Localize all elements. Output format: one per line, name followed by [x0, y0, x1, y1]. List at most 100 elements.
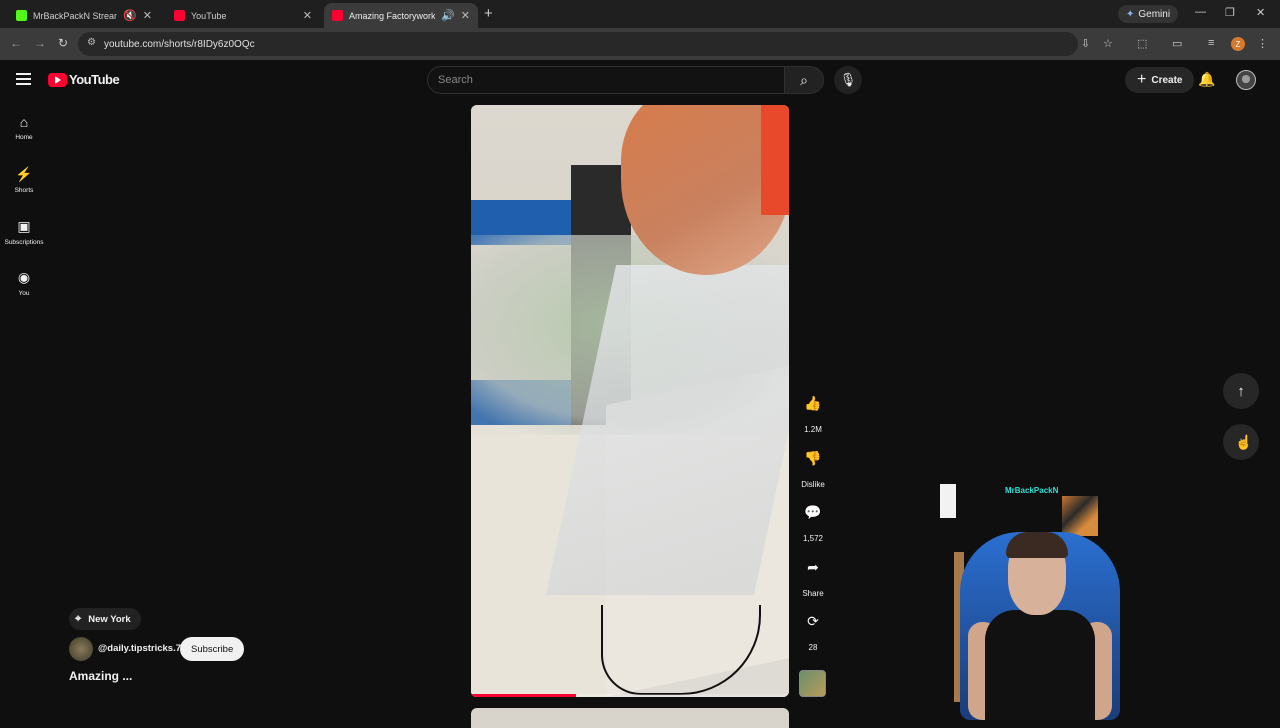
next-short-preview[interactable]	[471, 708, 789, 728]
restore-icon[interactable]: ❐	[1225, 6, 1235, 19]
video-frame-detail	[761, 105, 789, 215]
logo-wordmark: YouTube	[69, 72, 120, 87]
location-pin-icon: ⌖	[75, 612, 82, 625]
sidepanel-icon[interactable]: ▭	[1172, 37, 1182, 50]
video-progress-bar[interactable]	[471, 694, 789, 697]
menu-hamburger-icon[interactable]	[16, 73, 31, 88]
gemini-button[interactable]: ✦ Gemini	[1118, 5, 1179, 23]
browser-toolbar: ← → ↻ ⚙ youtube.com/shorts/r8IDy6z0OQc ⇩…	[0, 28, 1280, 60]
site-info-icon[interactable]: ⚙	[87, 37, 96, 48]
sidebar-item-subscriptions[interactable]: ▣ Subscriptions	[0, 218, 48, 246]
tiger-poster	[1062, 496, 1098, 536]
search-placeholder: Search	[438, 74, 473, 86]
share-label: Share	[802, 589, 824, 598]
location-chip[interactable]: ⌖ New York	[69, 608, 141, 630]
share-button[interactable]: ➦ Share	[797, 551, 829, 598]
arrow-up-icon: ↑	[1237, 382, 1245, 400]
reload-icon[interactable]: ↻	[58, 36, 68, 50]
back-icon[interactable]: ←	[10, 36, 22, 50]
comment-icon: 💬	[797, 496, 829, 528]
create-label: Create	[1151, 74, 1183, 86]
sidebar-item-label: You	[18, 290, 30, 297]
hand-cursor-icon: ☝	[1235, 434, 1253, 450]
close-tab-icon[interactable]: ✕	[303, 9, 312, 22]
dislike-button[interactable]: 👎 Dislike	[797, 442, 829, 489]
subscribe-label: Subscribe	[191, 643, 234, 655]
streamer-hair	[1006, 532, 1068, 558]
forward-icon[interactable]: →	[34, 36, 46, 50]
short-video-player[interactable]	[471, 105, 789, 697]
plus-icon: +	[1137, 71, 1147, 88]
shorts-icon: ⚡	[15, 166, 33, 182]
browser-tab-youtube[interactable]: YouTube ✕	[166, 3, 320, 28]
short-title[interactable]: Amazing ...	[69, 669, 132, 683]
voice-search-button[interactable]: 🎙	[834, 66, 862, 94]
microphone-icon: 🎙	[839, 72, 857, 87]
menu-kebab-icon[interactable]: ⋮	[1257, 37, 1268, 50]
new-tab-button[interactable]: +	[484, 5, 493, 22]
browser-tab-stream[interactable]: MrBackPackN Stream - Wa 🔇 ✕	[8, 3, 160, 28]
you-icon: ◉	[17, 269, 31, 285]
dislike-label: Dislike	[801, 480, 825, 489]
sidebar-item-label: Shorts	[14, 187, 34, 194]
search-input[interactable]: Search	[427, 66, 784, 94]
profile-avatar[interactable]: Z	[1231, 37, 1245, 51]
url-text: youtube.com/shorts/r8IDy6z0OQc	[104, 38, 255, 50]
like-count: 1.2M	[804, 425, 822, 434]
sidebar-item-shorts[interactable]: ⚡ Shorts	[0, 166, 48, 194]
youtube-header: YouTube Search ⌕ 🎙 + Create 🔔	[0, 60, 1280, 100]
like-button[interactable]: 👍 1.2M	[797, 387, 829, 434]
comments-button[interactable]: 💬 1,572	[797, 496, 829, 543]
search-button[interactable]: ⌕	[784, 66, 824, 94]
remix-button[interactable]: ⟳ 28	[797, 605, 829, 652]
remix-count: 28	[808, 643, 818, 652]
home-icon: ⌂	[19, 114, 29, 130]
extensions-icon[interactable]: ⬚	[1137, 37, 1147, 50]
speaker-icon[interactable]: 🔊	[441, 9, 455, 22]
streamer-body	[985, 610, 1095, 720]
youtube-favicon-icon	[332, 10, 343, 21]
close-tab-icon[interactable]: ✕	[143, 9, 152, 22]
youtube-play-icon	[48, 72, 67, 87]
notifications-bell-icon[interactable]: 🔔	[1198, 71, 1215, 88]
mute-icon[interactable]: 🔇	[123, 9, 137, 22]
minimize-icon[interactable]: —	[1195, 6, 1206, 18]
gemini-icon: ✦	[1126, 8, 1135, 20]
sound-thumbnail[interactable]	[799, 670, 826, 697]
close-window-icon[interactable]: ✕	[1256, 6, 1265, 19]
share-arrow-icon: ➦	[797, 551, 829, 583]
location-text: New York	[88, 613, 131, 625]
youtube-logo[interactable]: YouTube	[48, 72, 120, 87]
media-icon[interactable]: ≡	[1208, 37, 1214, 49]
search-icon: ⌕	[800, 71, 808, 88]
comment-count: 1,572	[802, 534, 824, 543]
account-avatar[interactable]	[1236, 70, 1256, 90]
sidebar-item-you[interactable]: ◉ You	[0, 269, 48, 297]
youtube-favicon-icon	[174, 10, 185, 21]
webcam-overlay: MrBackPackN	[940, 482, 1140, 720]
previous-short-button[interactable]: ↑	[1223, 373, 1259, 409]
browser-tab-bar: MrBackPackN Stream - Wa 🔇 ✕ YouTube ✕ Am…	[0, 0, 1280, 28]
create-button[interactable]: + Create	[1125, 67, 1195, 93]
thumbs-up-icon: 👍	[797, 387, 829, 419]
install-icon[interactable]: ⇩	[1081, 37, 1090, 50]
subscribe-button[interactable]: Subscribe	[180, 637, 245, 661]
kick-favicon-icon	[16, 10, 27, 21]
close-tab-icon[interactable]: ✕	[461, 9, 470, 22]
sidebar-item-label: Subscriptions	[4, 239, 44, 246]
browser-tab-active[interactable]: Amazing Factorywork#rela 🔊 ✕	[324, 3, 478, 28]
address-bar[interactable]: ⚙ youtube.com/shorts/r8IDy6z0OQc	[78, 32, 1078, 56]
tab-title: YouTube	[191, 10, 227, 21]
remix-icon: ⟳	[797, 605, 829, 637]
channel-avatar[interactable]	[69, 637, 93, 661]
gemini-label: Gemini	[1138, 8, 1171, 20]
channel-name[interactable]: @daily.tipstricks.7	[98, 643, 181, 654]
video-progress-fill	[471, 694, 576, 697]
sidebar-item-label: Home	[15, 134, 33, 141]
tab-title: MrBackPackN Stream - Wa	[33, 10, 117, 21]
sidebar-item-home[interactable]: ⌂ Home	[0, 114, 48, 141]
neon-sign-text: MrBackPackN	[1005, 486, 1059, 495]
subscriptions-icon: ▣	[17, 218, 31, 234]
tab-title: Amazing Factorywork#rela	[349, 10, 436, 21]
bookmark-star-icon[interactable]: ☆	[1103, 37, 1113, 50]
